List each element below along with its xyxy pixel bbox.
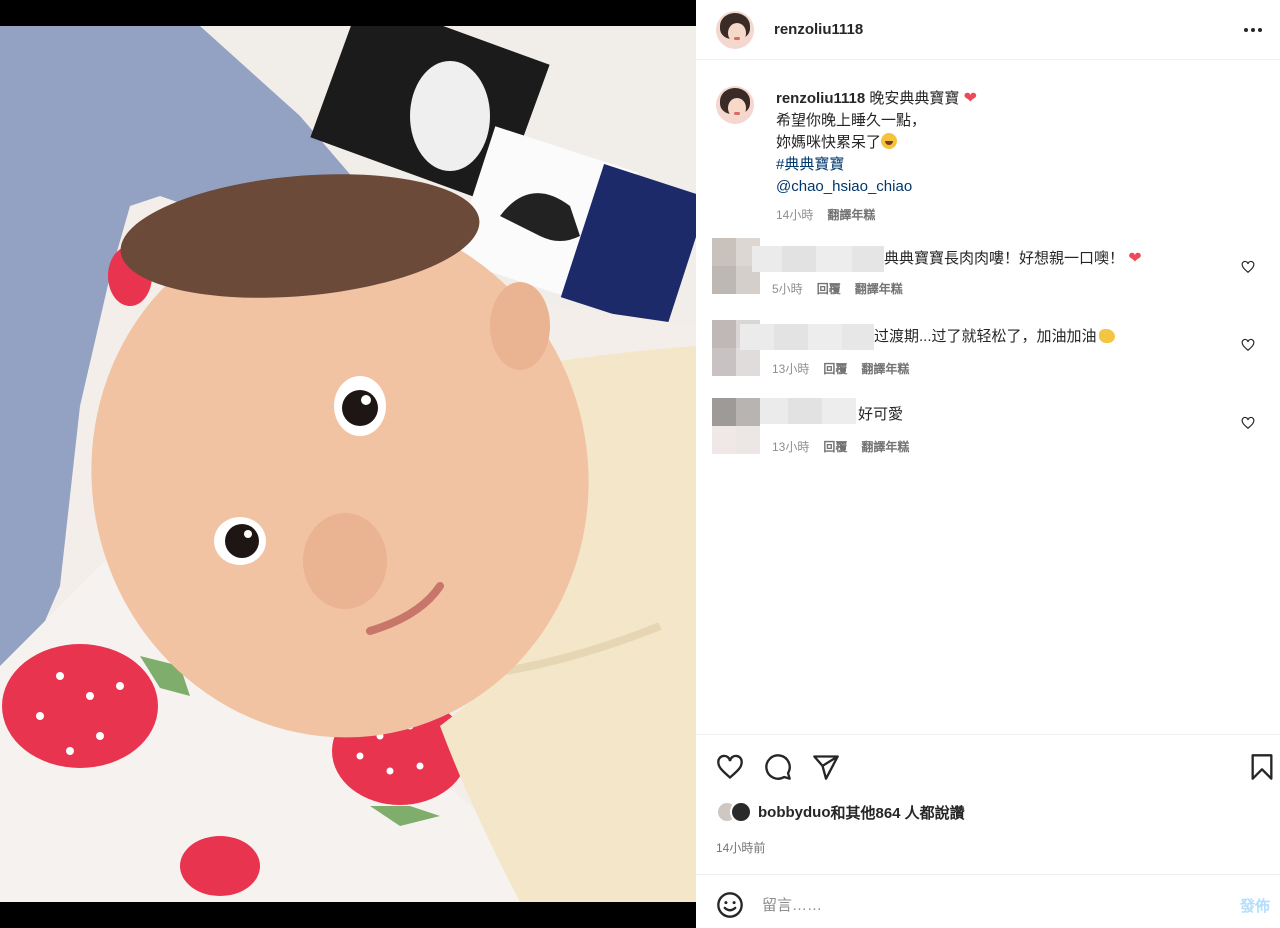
comment-like-heart-icon[interactable] bbox=[1241, 260, 1255, 274]
caption-body: renzoliu1118 晚安典典寶寶 ❤ 希望你晚上睡久一點， 妳媽咪快累呆了… bbox=[776, 88, 1256, 226]
emoji-picker-icon[interactable] bbox=[716, 891, 744, 919]
caption-author-avatar[interactable] bbox=[716, 86, 754, 124]
baby-photo-illustration bbox=[0, 26, 696, 902]
red-heart-emoji-icon: ❤ bbox=[1128, 250, 1142, 267]
commenter-name-blurred[interactable] bbox=[752, 246, 884, 272]
translate-button[interactable]: 翻譯年糕 bbox=[861, 360, 909, 377]
likes-summary: bobbyduo 和其他864 人都說讚 bbox=[716, 801, 965, 823]
comment-time: 13小時 bbox=[772, 440, 810, 454]
comment-text: 好可愛 bbox=[858, 406, 904, 423]
comment-like-heart-icon[interactable] bbox=[1241, 416, 1255, 430]
caption-mention-link[interactable]: @chao_hsiao_chiao bbox=[776, 176, 1256, 198]
post-detail-panel: renzoliu1118 renzoliu1118 晚安典典寶寶 ❤ 希望你晚上… bbox=[696, 0, 1280, 928]
post-actions-section: bobbyduo 和其他864 人都說讚 14小時前 bbox=[696, 734, 1280, 856]
red-heart-emoji-icon: ❤ bbox=[963, 90, 977, 107]
comment-meta: 5小時 回覆 翻譯年糕 bbox=[772, 280, 903, 297]
reply-button[interactable]: 回覆 bbox=[823, 360, 847, 377]
reply-button[interactable]: 回覆 bbox=[823, 438, 847, 455]
translate-button[interactable]: 翻譯年糕 bbox=[861, 438, 909, 455]
photo-pane bbox=[0, 0, 696, 928]
caption-username[interactable]: renzoliu1118 bbox=[776, 90, 865, 107]
commenter-name-blurred[interactable] bbox=[760, 398, 856, 424]
translate-button[interactable]: 翻譯年糕 bbox=[855, 280, 903, 297]
commenter-name-blurred[interactable] bbox=[740, 324, 874, 350]
clapping-hands-emoji-icon bbox=[1098, 329, 1115, 343]
author-username[interactable]: renzoliu1118 bbox=[774, 21, 863, 38]
post-comment-button[interactable]: 發佈 bbox=[1240, 895, 1270, 916]
comment-item: 典典寶寶長肉肉嘍！好想親一口噢！ ❤ 5小時 回覆 翻譯年糕 bbox=[712, 238, 1255, 298]
more-options-icon[interactable] bbox=[1240, 18, 1266, 42]
caption-line-2: 希望你晚上睡久一點， bbox=[776, 112, 927, 129]
comment-time: 5小時 bbox=[772, 282, 803, 296]
comment-item: 过渡期...过了就轻松了，加油加油 13小時 回覆 翻譯年糕 bbox=[712, 320, 1255, 380]
caption-line-3: 妳媽咪快累呆了 bbox=[776, 134, 882, 151]
comment-meta: 13小時 回覆 翻譯年糕 bbox=[772, 438, 909, 455]
caption-line-1: 晚安典典寶寶 bbox=[869, 90, 960, 107]
comment-like-heart-icon[interactable] bbox=[1241, 338, 1255, 352]
save-bookmark-icon[interactable] bbox=[1248, 753, 1276, 781]
post-photo[interactable] bbox=[0, 26, 696, 902]
caption-translate-button[interactable]: 翻譯年糕 bbox=[827, 204, 875, 226]
commenter-avatar-blurred[interactable] bbox=[712, 398, 760, 454]
comment-text: 过渡期...过了就轻松了，加油加油 bbox=[874, 326, 1115, 348]
comment-item: 好可愛 13小時 回覆 翻譯年糕 bbox=[712, 398, 1255, 460]
liker-username[interactable]: bobbyduo bbox=[758, 804, 830, 821]
caption-time: 14小時 bbox=[776, 208, 814, 222]
laughing-emoji-icon bbox=[881, 133, 898, 149]
caption-hashtag-link[interactable]: #典典寶寶 bbox=[776, 154, 1256, 176]
comment-text: 典典寶寶長肉肉嘍！好想親一口噢！ ❤ bbox=[884, 250, 1142, 267]
comment-time: 13小時 bbox=[772, 362, 810, 376]
like-heart-icon[interactable] bbox=[716, 753, 744, 781]
liker-avatar bbox=[730, 801, 752, 823]
caption-meta: 14小時 翻譯年糕 bbox=[776, 204, 1256, 226]
instagram-post-viewer: renzoliu1118 renzoliu1118 晚安典典寶寶 ❤ 希望你晚上… bbox=[0, 0, 1280, 928]
post-time-ago[interactable]: 14小時前 bbox=[716, 839, 765, 856]
post-header: renzoliu1118 bbox=[696, 0, 1280, 60]
comment-bubble-icon[interactable] bbox=[764, 753, 792, 781]
likes-count-text[interactable]: 和其他864 人都說讚 bbox=[830, 802, 964, 823]
share-paper-plane-icon[interactable] bbox=[812, 753, 840, 781]
author-avatar[interactable] bbox=[716, 10, 754, 49]
comment-meta: 13小時 回覆 翻譯年糕 bbox=[772, 360, 909, 377]
reply-button[interactable]: 回覆 bbox=[817, 280, 841, 297]
add-comment-box: 發佈 bbox=[696, 874, 1280, 928]
comment-input[interactable] bbox=[762, 891, 1212, 919]
